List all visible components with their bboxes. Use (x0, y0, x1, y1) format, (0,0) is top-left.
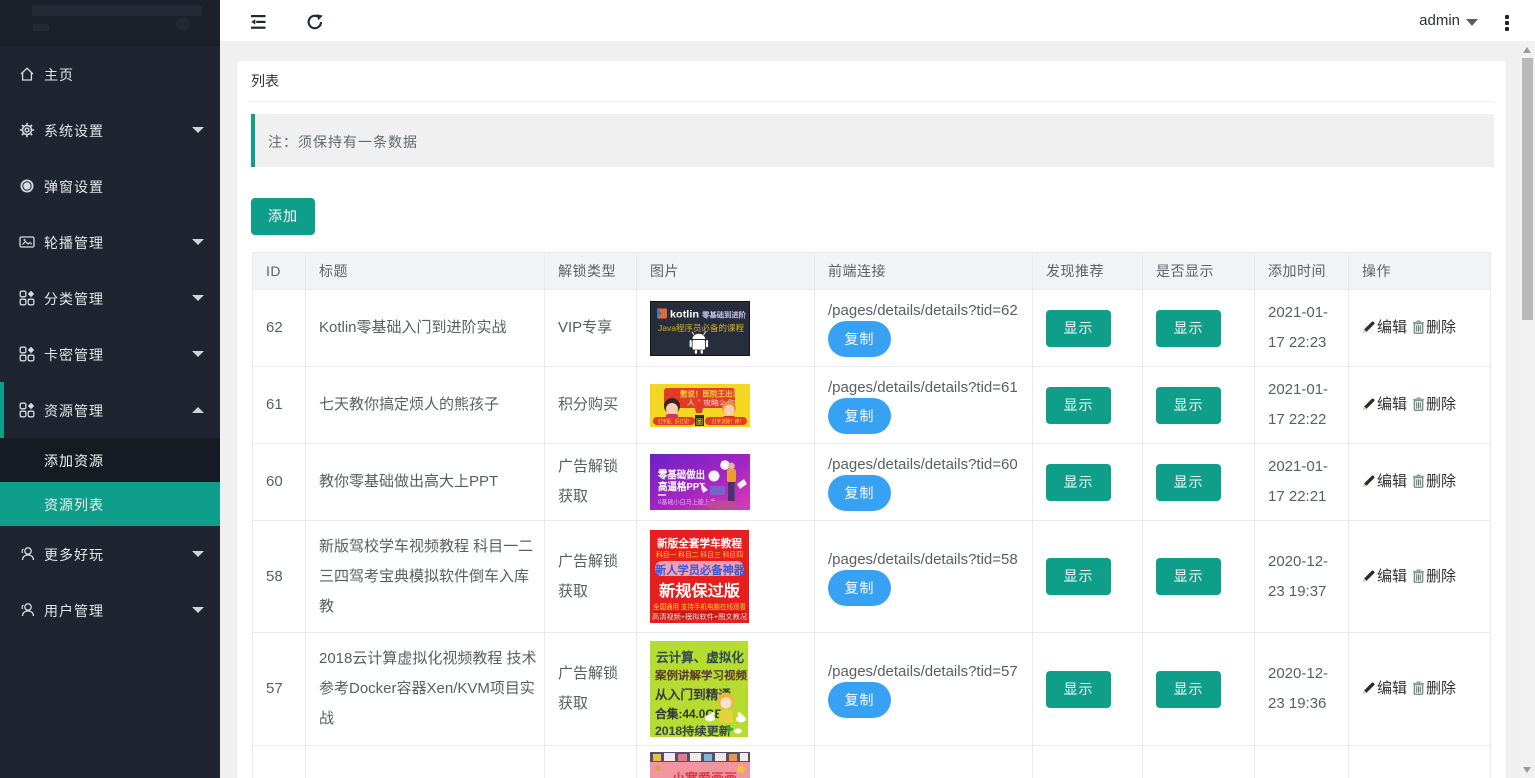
svg-text:Java程序员必备的课程: Java程序员必备的课程 (658, 323, 744, 333)
svg-text:高清视频+模拟软件+图文教况: 高清视频+模拟软件+图文教况 (652, 612, 747, 621)
svg-text:kotlin: kotlin (670, 309, 699, 320)
svg-text:圖: 圖 (696, 418, 703, 426)
svg-text:新规保过版: 新规保过版 (659, 581, 741, 600)
svg-text:高逼格PPT: 高逼格PPT (658, 480, 706, 493)
svg-text:全国通用 支持手机电脑在线观看: 全国通用 支持手机电脑在线观看 (653, 602, 746, 611)
svg-text:零基础到进阶: 零基础到进阶 (701, 309, 746, 319)
svg-text:憋说！医院王出没: 憋说！医院王出没 (680, 389, 741, 398)
svg-text:2018持续更新: 2018持续更新 (655, 724, 732, 737)
svg-text:云计算、虚拟化: 云计算、虚拟化 (656, 650, 744, 665)
svg-text:小寒爱画画: 小寒爱画画 (672, 771, 737, 778)
svg-text:案例讲解学习视频: 案例讲解学习视频 (654, 668, 747, 682)
svg-text:打字消除！棒！: 打字消除！棒！ (712, 417, 744, 425)
svg-text:零基础做出: 零基础做出 (657, 468, 705, 481)
svg-text:新人学员必备神器: 新人学员必备神器 (655, 563, 746, 577)
svg-text:打字版，好打球！: 打字版，好打球！ (658, 417, 692, 425)
svg-text:新版全套学车教程: 新版全套学车教程 (657, 536, 742, 550)
svg-text:科目一 科目二 科目三 科目四: 科目一 科目二 科目三 科目四 (656, 550, 743, 559)
